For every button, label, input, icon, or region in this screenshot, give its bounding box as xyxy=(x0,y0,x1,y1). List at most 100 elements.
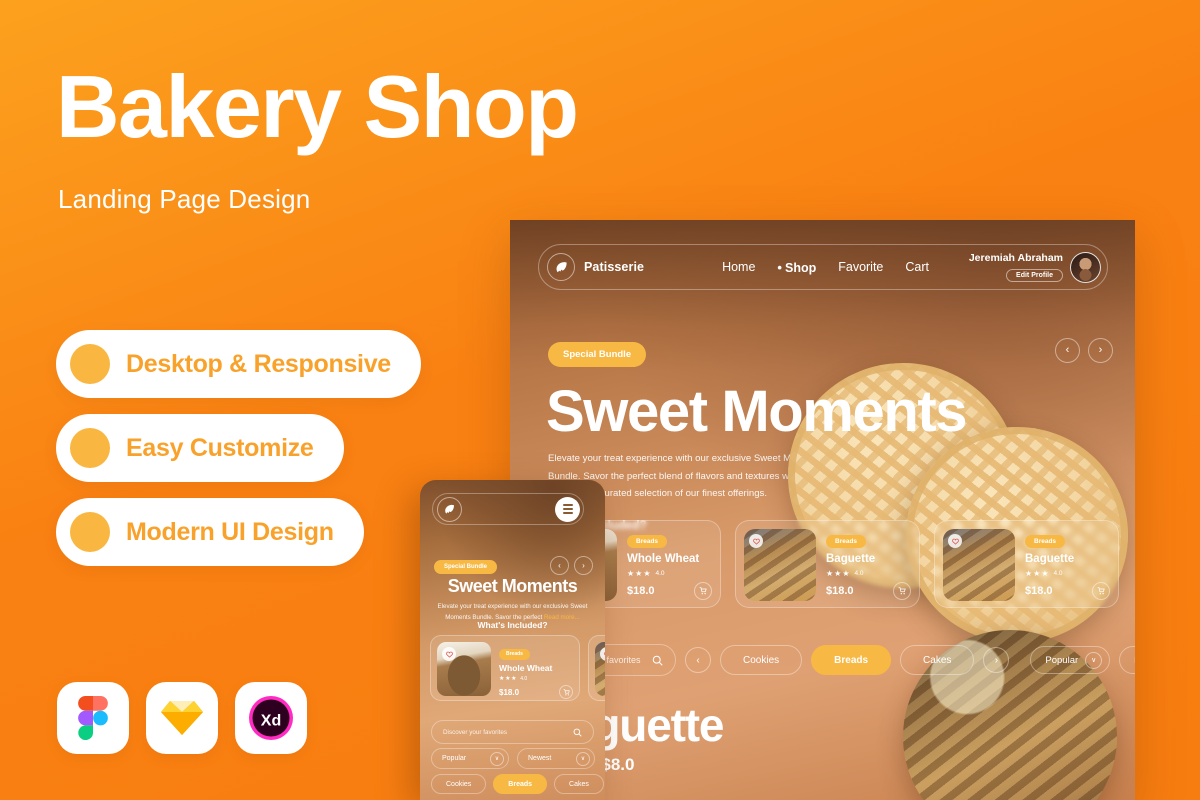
product-price: $18.0 xyxy=(499,687,520,697)
adobe-xd-icon: Xd xyxy=(235,682,307,754)
product-thumbnail xyxy=(437,642,491,696)
product-thumbnail xyxy=(744,529,816,601)
product-footer: $18.0 xyxy=(826,582,911,600)
add-to-cart-button[interactable] xyxy=(893,582,911,600)
product-rating: ★★★ 4.0 xyxy=(627,569,712,578)
star-icons: ★★★ xyxy=(1025,569,1050,578)
carousel-prev-button[interactable]: ‹ xyxy=(550,556,569,575)
favorite-heart-icon[interactable] xyxy=(948,534,962,548)
product-card[interactable]: Breads Whole Wheat ★★★ 4.0 $18.0 xyxy=(430,635,580,701)
sort-newest-dropdown[interactable]: Newest ∨ xyxy=(517,748,595,769)
page-subtitle: Landing Page Design xyxy=(58,184,311,214)
favorite-heart-icon[interactable] xyxy=(749,534,763,548)
included-cards-row: Breads Whole Wheat ★★★ 4.0 $18.0 Breads … xyxy=(536,520,1119,608)
add-to-cart-button[interactable] xyxy=(694,582,712,600)
brand-logo[interactable]: Patisserie xyxy=(547,253,644,281)
product-price: $18.0 xyxy=(1025,585,1053,597)
product-rating: ★★★ 4.0 xyxy=(1025,569,1110,578)
category-chip-breads[interactable]: Breads xyxy=(493,774,548,794)
mobile-cards-row: Breads Whole Wheat ★★★ 4.0 $18.0 xyxy=(430,635,605,701)
avatar[interactable] xyxy=(1070,251,1101,283)
product-name: Whole Wheat xyxy=(499,663,553,673)
product-card[interactable]: Breads Baguette ★★★ 4.0 $18.0 xyxy=(735,520,920,608)
category-tag: Breads xyxy=(826,535,867,548)
mobile-navbar xyxy=(432,493,584,525)
rating-value: 4.0 xyxy=(854,570,864,577)
sketch-icon xyxy=(146,682,218,754)
mobile-sort-row: Popular ∨ Newest ∨ xyxy=(431,748,595,769)
desktop-nav-menu: Home • Shop Favorite Cart xyxy=(722,260,929,275)
sort-newest-dropdown[interactable]: Newest ∨ xyxy=(1119,646,1135,674)
mobile-mockup: Special Bundle ‹ › Sweet Moments Elevate… xyxy=(420,480,605,800)
sort-popular-label: Popular xyxy=(442,755,467,762)
mobile-carousel-controls: ‹ › xyxy=(550,556,593,575)
feature-label: Desktop & Responsive xyxy=(126,349,391,378)
add-to-cart-button[interactable] xyxy=(1092,582,1110,600)
category-prev-button[interactable]: ‹ xyxy=(685,647,711,673)
feature-pill-desktop-responsive: Desktop & Responsive xyxy=(56,330,421,398)
search-icon xyxy=(652,655,663,666)
edit-profile-button[interactable]: Edit Profile xyxy=(1006,269,1063,282)
product-price: $18.0 xyxy=(826,585,854,597)
product-footer: $18.0 xyxy=(499,685,573,699)
mobile-special-bundle-badge: Special Bundle xyxy=(434,560,498,574)
category-tag: Breads xyxy=(627,535,668,548)
feature-pill-list: Desktop & Responsive Easy Customize Mode… xyxy=(56,330,421,582)
add-to-cart-button[interactable] xyxy=(559,685,573,699)
sort-popular-dropdown[interactable]: Popular ∨ xyxy=(431,748,509,769)
product-info: Breads Baguette ★★★ 4.0 $18.0 xyxy=(826,529,911,600)
product-card[interactable]: Breads Baguette ★★★ 4.0 $18.0 xyxy=(934,520,1119,608)
page-title: Bakery Shop xyxy=(56,57,579,156)
carousel-next-button[interactable]: › xyxy=(574,556,593,575)
mobile-search-field[interactable] xyxy=(431,720,594,744)
product-name: Baguette xyxy=(1025,553,1075,565)
favorite-heart-icon[interactable] xyxy=(600,647,605,661)
leaf-icon[interactable] xyxy=(437,496,462,522)
rating-value: 4.0 xyxy=(520,675,528,682)
sort-popular-dropdown[interactable]: Popular ∨ xyxy=(1030,646,1111,674)
chevron-down-icon: ∨ xyxy=(1085,651,1103,669)
product-price: $18.0 xyxy=(627,585,655,597)
rating-value: 4.0 xyxy=(1053,570,1063,577)
product-card[interactable]: Breads Baguette ★★★ 4.0 $18.0 xyxy=(588,635,605,701)
bullet-dot-icon xyxy=(70,428,110,468)
star-icons: ★★★ xyxy=(826,569,851,578)
search-icon xyxy=(573,728,582,737)
filter-bar: ‹ Cookies Breads Cakes › Popular ∨ Newes… xyxy=(536,640,1135,680)
mobile-hero-title: Sweet Moments xyxy=(447,576,578,596)
feature-label: Easy Customize xyxy=(126,433,314,462)
product-footer: $18.0 xyxy=(1025,582,1110,600)
feature-pill-modern-ui-design: Modern UI Design xyxy=(56,498,364,566)
favorite-heart-icon[interactable] xyxy=(442,647,456,661)
category-chip-cakes[interactable]: Cakes xyxy=(900,645,975,675)
profile-area[interactable]: Jeremiah Abraham Edit Profile xyxy=(969,251,1101,283)
nav-item-home[interactable]: Home xyxy=(722,260,755,274)
bullet-dot-icon xyxy=(70,344,110,384)
category-chip-cakes[interactable]: Cakes xyxy=(554,774,604,794)
feature-pill-easy-customize: Easy Customize xyxy=(56,414,344,482)
product-thumbnail xyxy=(595,642,605,696)
mobile-search-input[interactable] xyxy=(443,728,567,736)
category-next-button[interactable]: › xyxy=(983,647,1010,673)
star-icons: ★★★ xyxy=(627,569,652,578)
category-chip-cookies[interactable]: Cookies xyxy=(431,774,487,794)
leaf-icon xyxy=(547,253,575,281)
nav-item-cart[interactable]: Cart xyxy=(905,260,929,274)
rating-value: 4.0 xyxy=(655,570,665,577)
category-chip-cookies[interactable]: Cookies xyxy=(720,645,803,675)
category-tag: Breads xyxy=(1025,535,1066,548)
product-rating: ★★★ 4.0 xyxy=(826,569,911,578)
category-chip-breads[interactable]: Breads xyxy=(811,645,892,675)
brand-name: Patisserie xyxy=(584,260,645,274)
mobile-included-heading: What's Included? xyxy=(477,620,548,630)
active-dot-icon: • xyxy=(777,259,782,275)
nav-item-shop[interactable]: • Shop xyxy=(777,260,816,275)
feature-label: Modern UI Design xyxy=(126,517,334,546)
product-info: Breads Baguette ★★★ 4.0 $18.0 xyxy=(1025,529,1110,600)
profile-text: Jeremiah Abraham Edit Profile xyxy=(969,252,1063,282)
hamburger-menu-icon[interactable] xyxy=(555,496,580,522)
figma-icon xyxy=(57,682,129,754)
nav-item-favorite[interactable]: Favorite xyxy=(838,260,883,274)
category-tag: Breads xyxy=(499,648,530,660)
sort-newest-label: Newest xyxy=(528,755,552,762)
